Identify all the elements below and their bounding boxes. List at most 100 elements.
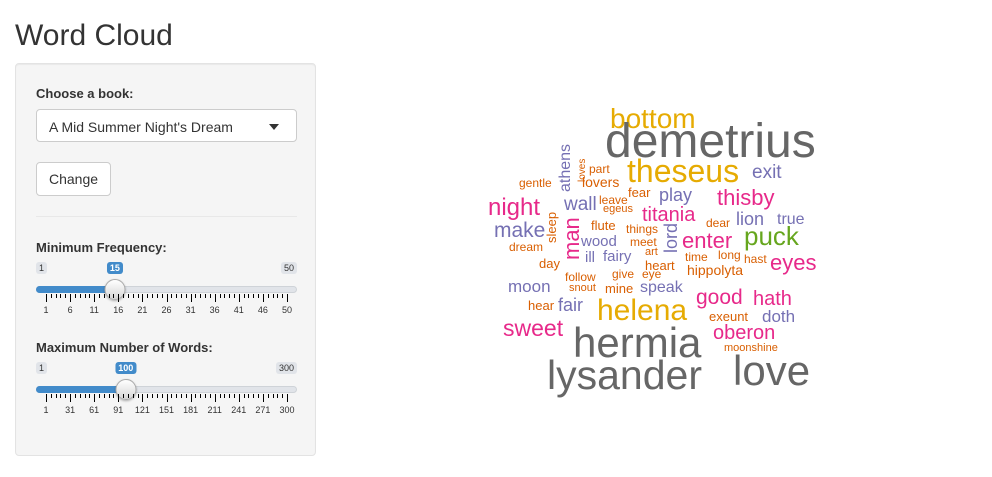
- slider-tick-label: 41: [233, 305, 244, 315]
- slider-max-label: 50: [280, 262, 297, 274]
- change-button[interactable]: Change: [36, 162, 111, 196]
- slider-tick-minor: [248, 394, 250, 398]
- cloud-word: hippolyta: [687, 262, 744, 278]
- slider-tick-minor: [205, 294, 207, 298]
- slider-tick-label: 21: [137, 305, 148, 315]
- slider-tick-minor: [229, 294, 231, 298]
- slider-tick-minor: [180, 294, 182, 298]
- slider-tick-label: 11: [89, 305, 99, 315]
- book-select-value: A Mid Summer Night's Dream: [49, 119, 233, 135]
- cloud-word: ill: [585, 249, 595, 266]
- slider-value-bubble: 15: [106, 262, 123, 274]
- slider-tick-label: 6: [67, 305, 73, 315]
- slider-tick-minor: [282, 394, 284, 398]
- cloud-word: snout: [569, 282, 596, 294]
- cloud-word: lord: [661, 222, 681, 253]
- slider-tick-minor: [209, 294, 211, 298]
- slider-tick-minor: [152, 294, 154, 298]
- slider-tick-minor: [79, 394, 81, 398]
- min-frequency-label: Minimum Frequency:: [36, 240, 167, 255]
- slider-tick-label: 1: [43, 405, 49, 415]
- min-frequency-slider[interactable]: 1 50 15 1 6 11 16 21 26 31 36 41 46 50: [36, 262, 297, 322]
- slider-tick-label: 271: [255, 405, 271, 415]
- slider-tick-minor: [65, 294, 67, 298]
- sidebar-panel: Choose a book: A Mid Summer Night's Drea…: [15, 63, 316, 456]
- slider-tick-minor: [137, 394, 139, 398]
- slider-tick-minor: [229, 394, 231, 398]
- slider-tick-minor: [103, 294, 105, 298]
- slider-tick-minor: [55, 394, 57, 398]
- slider-tick-minor: [103, 394, 105, 398]
- slider-tick-minor: [156, 394, 158, 398]
- slider-tick-minor: [55, 294, 57, 298]
- book-select-label: Choose a book:: [36, 86, 134, 101]
- cloud-word: play: [659, 185, 693, 205]
- slider-tick-major: [287, 294, 288, 302]
- slider-tick-minor: [224, 294, 226, 298]
- slider-tick-minor: [60, 294, 62, 298]
- slider-tick-label: 91: [113, 405, 124, 415]
- slider-tick-label: 151: [158, 405, 175, 415]
- slider-max-label: 300: [275, 362, 297, 374]
- cloud-word: fair: [558, 295, 584, 315]
- slider-tick-label: 211: [207, 405, 222, 415]
- max-words-slider[interactable]: 1 300 100 1 31 61 91 121 151 181 211 241 271 300: [36, 362, 297, 422]
- slider-min-label: 1: [36, 362, 48, 374]
- slider-tick-minor: [99, 394, 101, 398]
- slider-tick-minor: [171, 294, 173, 298]
- slider-tick-minor: [123, 294, 125, 298]
- slider-tick-major: [166, 394, 168, 402]
- slider-tick-minor: [132, 294, 134, 298]
- slider-tick-minor: [195, 294, 197, 298]
- word-cloud: bottom demetrius theseus exit athens loves par…: [480, 100, 840, 400]
- slider-tick-label: 181: [183, 405, 199, 415]
- slider-tick-major: [142, 294, 144, 302]
- slider-tick-minor: [132, 394, 134, 398]
- cloud-word: make: [494, 219, 546, 242]
- cloud-word: gentle: [519, 176, 552, 190]
- slider-tick-minor: [219, 394, 221, 398]
- slider-tick-label: 121: [134, 405, 150, 415]
- slider-tick-major: [46, 394, 47, 402]
- slider-tick-major: [142, 394, 144, 402]
- slider-value-bubble: 100: [115, 362, 137, 374]
- slider-tick-minor: [185, 394, 187, 398]
- slider-ticks: [36, 394, 297, 404]
- cloud-word: puck: [744, 221, 799, 251]
- slider-tick-minor: [219, 294, 221, 298]
- divider: [36, 216, 297, 217]
- slider-tick-minor: [233, 294, 235, 298]
- cloud-word: man: [559, 217, 584, 260]
- cloud-word: eyes: [770, 250, 817, 275]
- slider-tick-minor: [74, 294, 76, 298]
- slider-tick-minor: [209, 394, 211, 398]
- cloud-word: love: [733, 347, 811, 394]
- slider-tick-minor: [253, 394, 255, 398]
- slider-tick-minor: [243, 394, 245, 398]
- cloud-word: fairy: [603, 248, 632, 265]
- book-select[interactable]: A Mid Summer Night's Dream: [36, 109, 297, 142]
- cloud-word: art: [645, 246, 658, 258]
- cloud-word: egeus: [603, 203, 633, 215]
- slider-tick-minor: [267, 394, 269, 398]
- slider-tick-minor: [65, 394, 67, 398]
- slider-tick-minor: [108, 294, 110, 298]
- slider-tick-major: [287, 394, 288, 402]
- slider-tick-major: [70, 294, 72, 302]
- slider-tick-minor: [156, 294, 158, 298]
- slider-tick-minor: [176, 294, 178, 298]
- slider-tick-minor: [50, 394, 52, 398]
- cloud-word: things: [626, 222, 659, 236]
- slider-tick-label: 46: [257, 305, 268, 315]
- slider-tick-label: 36: [209, 305, 220, 315]
- slider-tick-major: [214, 294, 216, 302]
- slider-tick-major: [214, 394, 216, 402]
- slider-tick-minor: [50, 294, 52, 298]
- slider-tick-label: 300: [279, 405, 295, 415]
- slider-tick-minor: [161, 394, 163, 398]
- slider-tick-minor: [253, 294, 255, 298]
- slider-tick-minor: [224, 394, 226, 398]
- slider-tick-minor: [108, 394, 110, 398]
- slider-tick-labels: 1 6 11 16 21 26 31 36 41 46 50: [36, 305, 297, 317]
- cloud-word: sweet: [503, 315, 564, 341]
